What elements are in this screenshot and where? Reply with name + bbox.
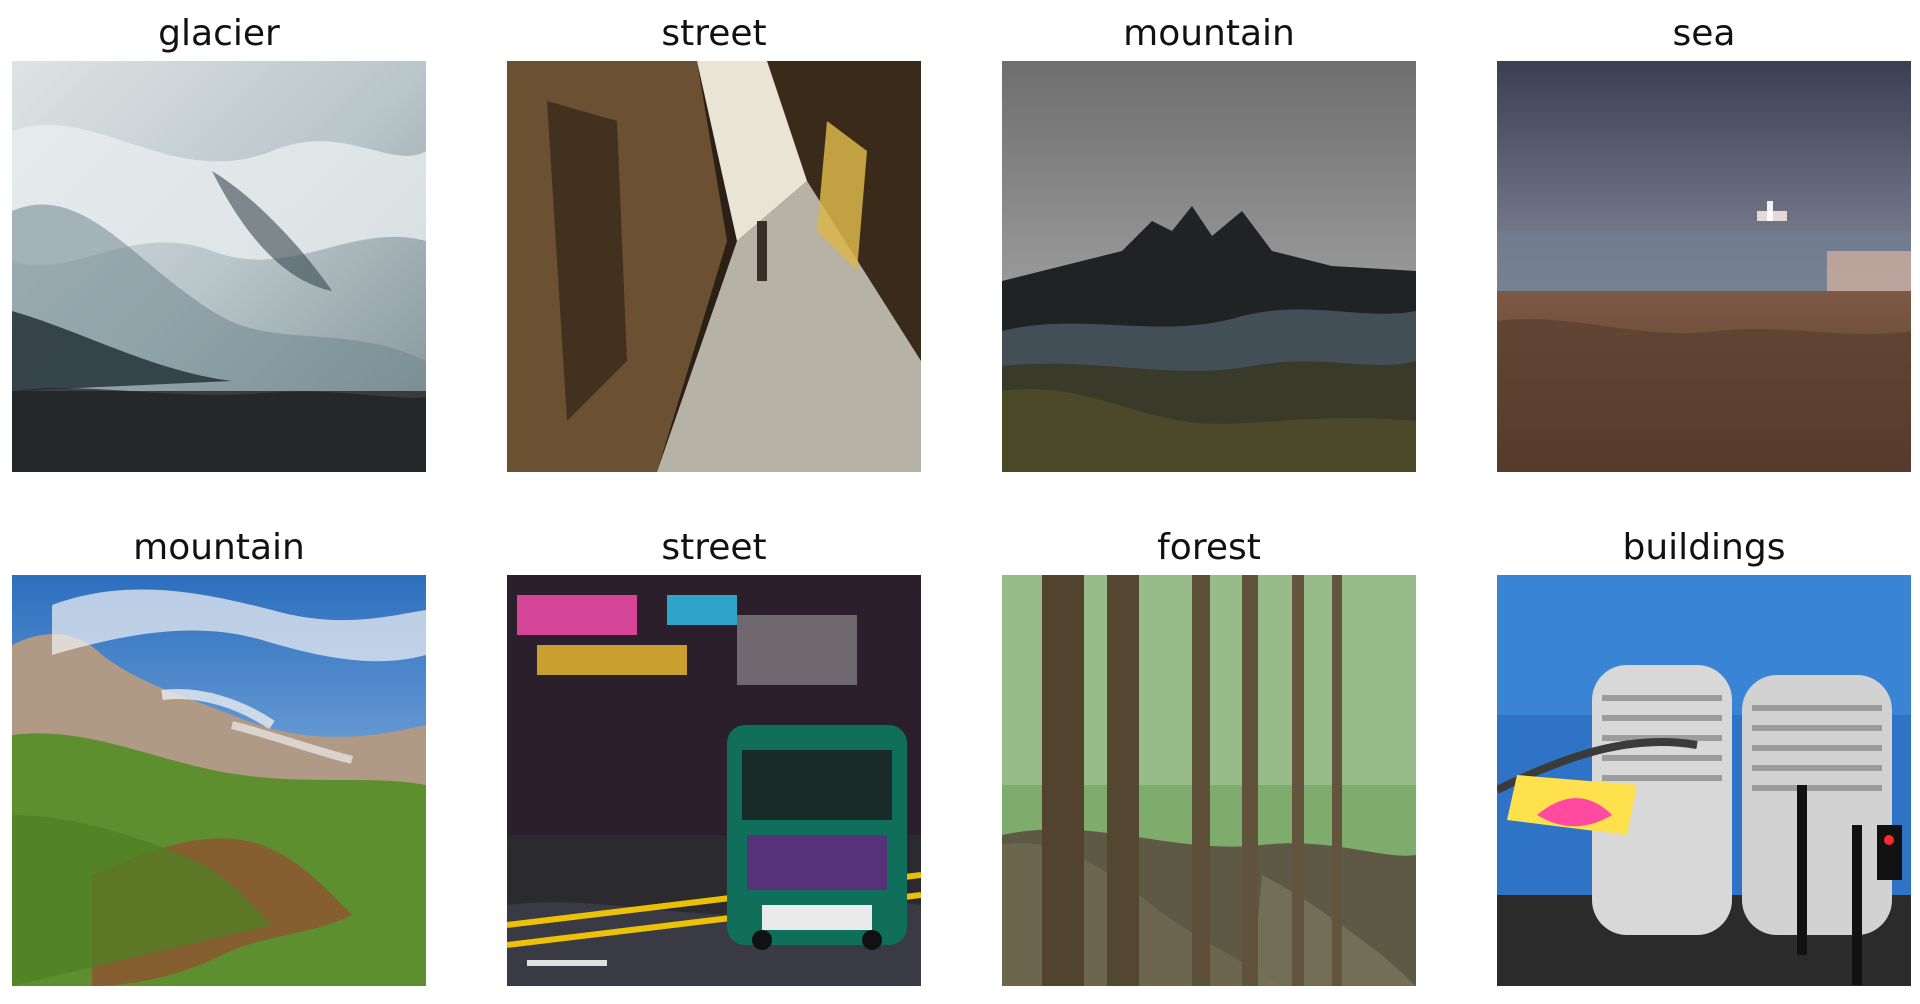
street-image-2 — [507, 575, 921, 986]
panel-label: glacier — [158, 13, 280, 54]
street-image — [507, 61, 921, 472]
panel-label: sea — [1672, 13, 1736, 54]
panel-label: mountain — [133, 527, 305, 568]
panel-label: street — [661, 527, 767, 568]
panel-label: forest — [1157, 527, 1261, 568]
mountain-image — [1002, 61, 1416, 472]
mountain-image-2 — [12, 575, 426, 986]
panel-label: street — [661, 13, 767, 54]
buildings-image — [1497, 575, 1911, 986]
sea-image — [1497, 61, 1911, 472]
panel-label: mountain — [1123, 13, 1295, 54]
panel-label: buildings — [1622, 527, 1786, 568]
glacier-image — [12, 61, 426, 472]
forest-image — [1002, 575, 1416, 986]
image-grid: glacier street mountain sea mountain str… — [0, 0, 1920, 1004]
